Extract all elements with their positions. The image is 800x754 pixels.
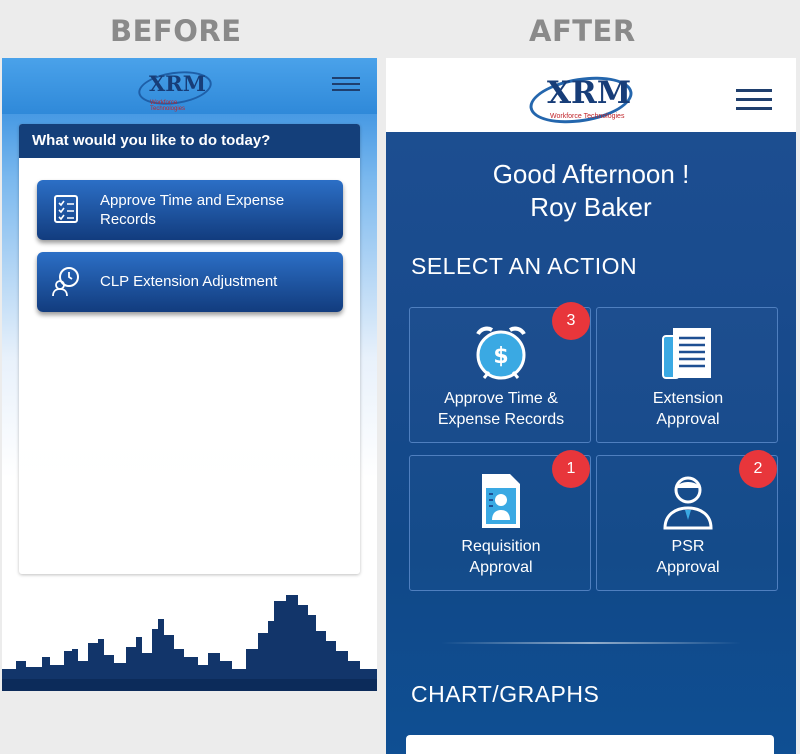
after-screen: XRM Workforce Technologies Good Afternoo… (386, 58, 796, 754)
tile-label-line1: Extension (652, 390, 724, 407)
logo-text: XRM (149, 71, 206, 96)
greeting-text: Good Afternoon ! (492, 159, 690, 189)
id-document-icon (482, 474, 520, 528)
tile-requisition-approval[interactable]: Requisition Approval 1 (409, 450, 592, 591)
logo-subtitle: Workforce Technologies (550, 113, 625, 120)
chart-card[interactable] (406, 735, 774, 754)
header-bar: XRM Workforce Technologies (2, 58, 377, 114)
greeting-block: Good Afternoon ! Roy Baker (386, 158, 796, 224)
tile-label: Approve Time & Expense Records (410, 388, 592, 430)
clipboard-checklist-icon (54, 195, 78, 223)
hamburger-icon[interactable] (736, 89, 772, 111)
clp-extension-button[interactable]: CLP Extension Adjustment (37, 252, 343, 312)
tile-label-line1: Approve Time & (444, 390, 558, 407)
tile-label: Extension Approval (597, 388, 779, 430)
logo-text: XRM (547, 75, 632, 111)
person-icon (663, 476, 713, 530)
xrm-logo: XRM Workforce Technologies (526, 68, 636, 130)
tile-approve-time-expense[interactable]: $ Approve Time & Expense Records 3 (409, 302, 592, 443)
tile-label-line1: PSR (671, 538, 705, 555)
comparison-page: BEFORE AFTER XRM Workforce Technologies … (0, 0, 800, 754)
clock-person-icon (52, 267, 79, 297)
card-title: What would you like to do today? (19, 124, 360, 158)
section-title-actions: SELECT AN ACTION (411, 253, 638, 279)
hamburger-icon[interactable] (332, 77, 360, 93)
tile-label-line1: Requisition (461, 538, 541, 555)
tile-label-line2: Approval (656, 411, 720, 428)
tile-label: PSR Approval (597, 536, 779, 578)
section-title-charts: CHART/GRAPHS (411, 681, 600, 707)
user-name: Roy Baker (530, 192, 652, 222)
approve-time-expense-button[interactable]: Approve Time and Expense Records (37, 180, 343, 240)
notification-badge: 3 (552, 302, 590, 340)
svg-text:$: $ (493, 344, 508, 369)
document-icon (662, 328, 711, 379)
tile-extension-approval[interactable]: Extension Approval (596, 307, 778, 443)
tile-label: Requisition Approval (410, 536, 592, 578)
tile-label-line2: Approval (469, 559, 533, 576)
tile-psr-approval[interactable]: PSR Approval 2 (596, 450, 779, 591)
header-bar: XRM Workforce Technologies (386, 58, 796, 132)
city-skyline-image (2, 595, 377, 691)
button-label: CLP Extension Adjustment (100, 273, 278, 290)
logo-subtitle: Workforce Technologies (150, 100, 186, 112)
after-heading: AFTER (529, 14, 636, 48)
xrm-logo: XRM Workforce Technologies (136, 66, 214, 112)
before-screen: XRM Workforce Technologies What would yo… (2, 58, 377, 691)
notification-badge: 2 (739, 450, 777, 488)
section-divider (441, 642, 741, 644)
tile-label-line2: Expense Records (437, 411, 565, 428)
tile-label-line2: Approval (656, 559, 720, 576)
notification-badge: 1 (552, 450, 590, 488)
before-heading: BEFORE (110, 14, 242, 48)
alarm-clock-dollar-icon: $ (476, 326, 526, 380)
action-card: What would you like to do today? Approve… (19, 124, 360, 574)
button-label: Approve Time and Expense Records (100, 192, 285, 228)
